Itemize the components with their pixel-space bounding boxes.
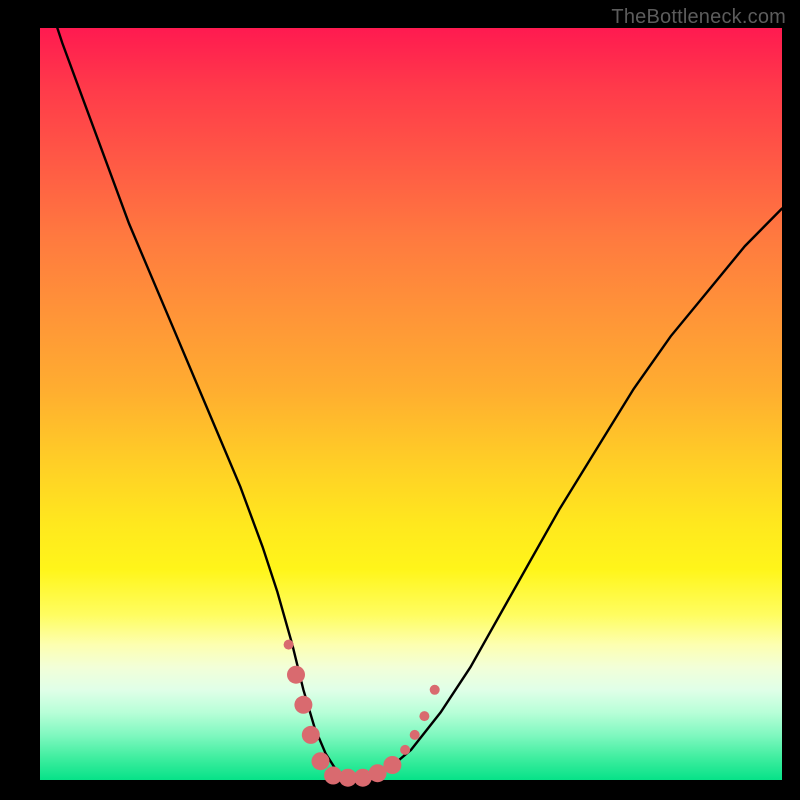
valley-marker [294,696,312,714]
bottleneck-curve [40,0,782,778]
valley-marker [284,640,294,650]
valley-marker [430,685,440,695]
chart-svg [40,28,782,780]
valley-marker [400,745,410,755]
valley-marker [383,756,401,774]
chart-plot-area [40,28,782,780]
valley-marker [410,730,420,740]
valley-marker [302,726,320,744]
chart-frame: TheBottleneck.com [0,0,800,800]
valley-marker [312,752,330,770]
valley-marker [419,711,429,721]
valley-marker [287,666,305,684]
valley-markers [284,640,440,787]
watermark-text: TheBottleneck.com [611,6,786,29]
